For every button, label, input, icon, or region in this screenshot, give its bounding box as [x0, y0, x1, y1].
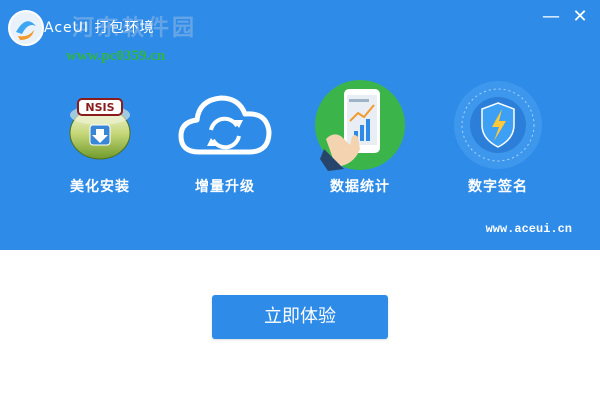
nsis-badge-text: NSIS [85, 101, 114, 114]
feature-data-statistics: 数据统计 [300, 80, 420, 196]
website-link[interactable]: www.aceui.cn [486, 222, 572, 236]
nsis-installer-icon: NSIS [69, 98, 131, 160]
installer-window: 河东软件园 AceUI 打包环境 www.pc0359.cn — ✕ NSIS … [0, 0, 600, 400]
feature-beautify-install: NSIS 美化安装 [40, 80, 160, 196]
feature-label: 数字签名 [468, 179, 528, 195]
feature-label: 增量升级 [195, 179, 255, 195]
watermark-url: www.pc0359.cn [66, 48, 166, 64]
cloud-sync-icon [178, 95, 272, 155]
minimize-button[interactable]: — [540, 6, 562, 28]
feature-label: 数据统计 [330, 179, 390, 195]
phone-chart-icon [315, 80, 405, 171]
try-now-button[interactable]: 立即体验 [212, 295, 388, 339]
shield-lightning-icon [454, 81, 542, 169]
watermark-logo-icon [8, 10, 44, 46]
title-bar: 河东软件园 AceUI 打包环境 www.pc0359.cn — ✕ [0, 0, 600, 64]
close-button[interactable]: ✕ [569, 6, 591, 28]
window-title: AceUI 打包环境 [44, 20, 155, 36]
feature-label: 美化安装 [70, 179, 130, 195]
feature-incremental-upgrade: 增量升级 [165, 80, 285, 196]
feature-digital-signature: 数字签名 [438, 80, 558, 196]
header-panel: 河东软件园 AceUI 打包环境 www.pc0359.cn — ✕ NSIS … [0, 0, 600, 250]
